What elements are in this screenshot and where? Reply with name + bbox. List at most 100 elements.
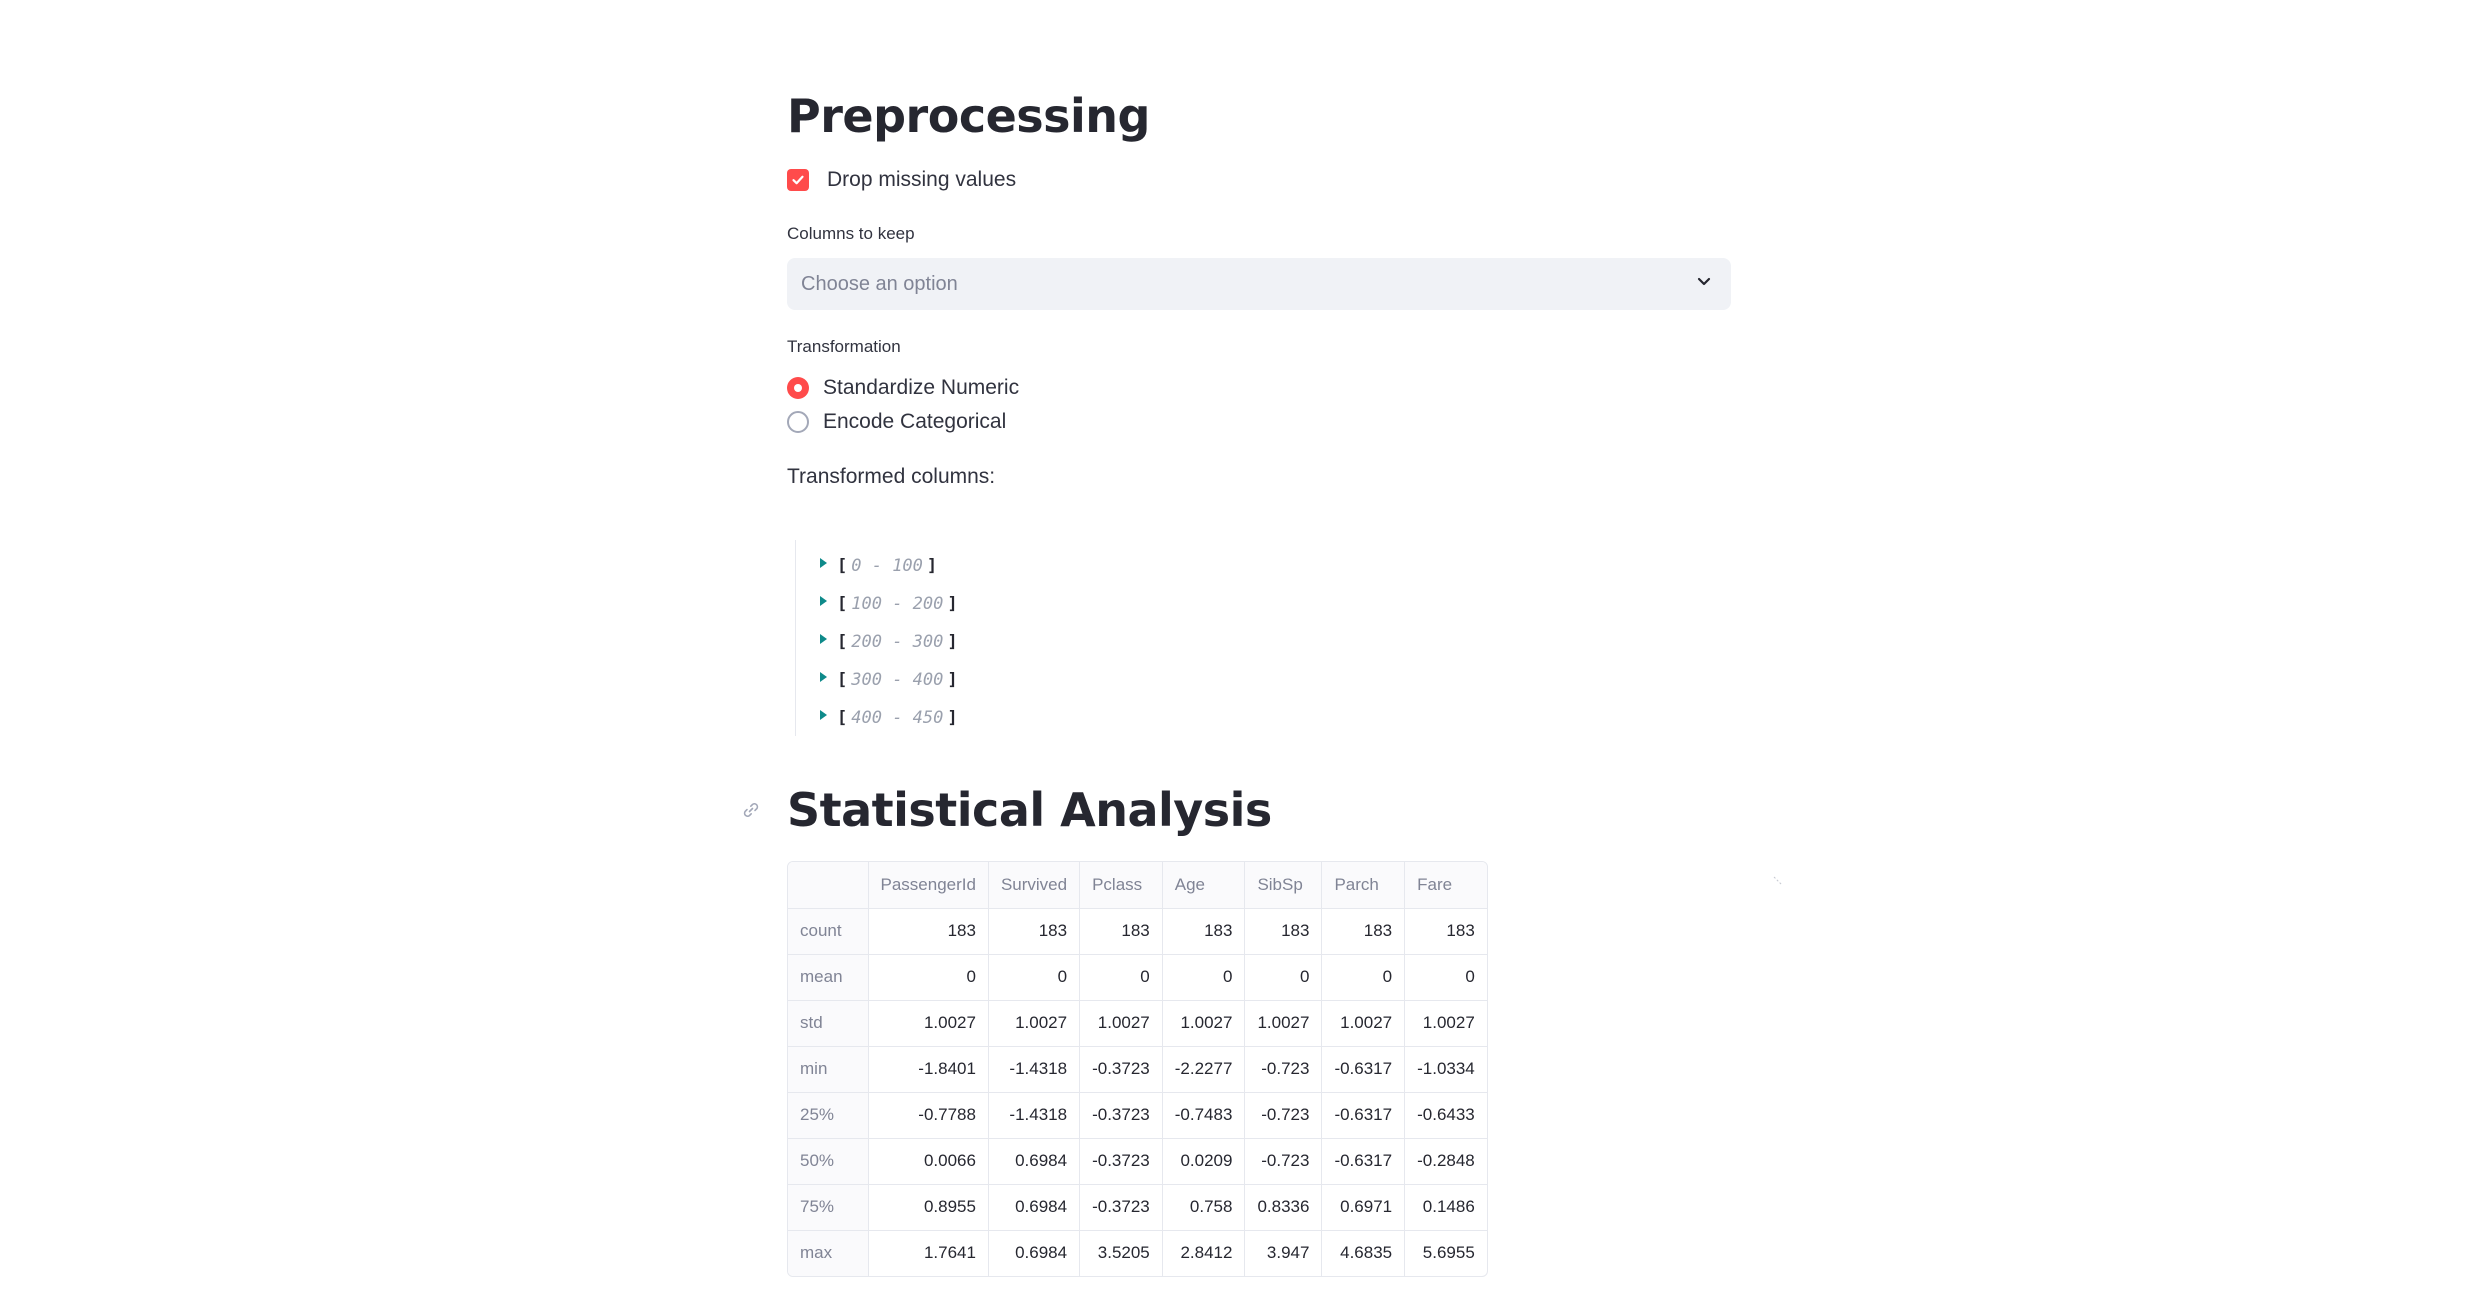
table-cell[interactable]: -0.2848 [1404, 1138, 1487, 1185]
link-icon[interactable] [741, 800, 761, 820]
expand-caret-icon[interactable] [820, 634, 827, 644]
column-header[interactable]: Survived [988, 862, 1081, 909]
table-cell[interactable]: 0 [988, 954, 1081, 1001]
radio-label: Encode Categorical [823, 410, 1007, 433]
column-header[interactable]: Fare [1404, 862, 1487, 909]
column-header[interactable]: Age [1162, 862, 1246, 909]
radio-label: Standardize Numeric [823, 376, 1020, 399]
table-cell[interactable]: -1.8401 [868, 1046, 989, 1093]
table-cell[interactable]: 0 [1321, 954, 1406, 1001]
table-cell[interactable]: -0.6317 [1321, 1092, 1406, 1139]
table-cell[interactable]: -0.723 [1244, 1092, 1323, 1139]
radio-unselected-icon[interactable] [787, 411, 809, 433]
table-cell[interactable]: 183 [1321, 908, 1406, 955]
table-cell[interactable]: 0 [1404, 954, 1487, 1001]
json-range-item[interactable]: [300 - 400] [820, 668, 958, 692]
table-cell[interactable]: 1.0027 [988, 1000, 1081, 1047]
column-header[interactable] [788, 862, 869, 909]
drop-missing-checkbox[interactable]: Drop missing values [787, 168, 1016, 192]
row-label[interactable]: 25% [788, 1092, 869, 1139]
table-cell[interactable]: 183 [1244, 908, 1323, 955]
table-row: min -1.8401 -1.4318 -0.3723 -2.2277 -0.7… [788, 1046, 1487, 1093]
column-header[interactable]: SibSp [1244, 862, 1323, 909]
columns-to-keep-select[interactable]: Choose an option [787, 258, 1731, 310]
row-label[interactable]: min [788, 1046, 869, 1093]
row-label[interactable]: mean [788, 954, 869, 1001]
row-label[interactable]: 50% [788, 1138, 869, 1185]
checkbox-checked-icon[interactable] [787, 169, 809, 191]
table-cell[interactable]: 0 [868, 954, 989, 1001]
table-cell[interactable]: 0.758 [1162, 1184, 1246, 1231]
table-cell[interactable]: -0.6317 [1321, 1138, 1406, 1185]
table-cell[interactable]: 183 [988, 908, 1081, 955]
table-cell[interactable]: 3.947 [1244, 1230, 1323, 1276]
chevron-down-icon[interactable] [1695, 272, 1713, 296]
table-cell[interactable]: 1.0027 [1244, 1000, 1323, 1047]
resize-handle-icon[interactable] [1773, 873, 1783, 886]
table-cell[interactable]: -0.723 [1244, 1138, 1323, 1185]
row-label[interactable]: std [788, 1000, 869, 1047]
table-cell[interactable]: 5.6955 [1405, 1230, 1487, 1276]
table-cell[interactable]: 0.8336 [1244, 1184, 1323, 1231]
table-cell[interactable]: 3.5205 [1079, 1230, 1163, 1276]
page-title: Preprocessing [787, 89, 1150, 143]
table-cell[interactable]: -0.3723 [1079, 1184, 1163, 1231]
radio-encode-categorical[interactable]: Encode Categorical [787, 410, 1006, 434]
table-cell[interactable]: -1.0334 [1404, 1046, 1487, 1093]
table-cell[interactable]: 2.8412 [1162, 1230, 1246, 1276]
table-cell[interactable]: 1.7641 [868, 1230, 989, 1276]
table-cell[interactable]: -1.4318 [988, 1092, 1081, 1139]
json-range-item[interactable]: [0 - 100] [820, 554, 937, 578]
column-header[interactable]: Parch [1321, 862, 1406, 909]
table-cell[interactable]: -0.3723 [1079, 1046, 1163, 1093]
table-cell[interactable]: 0.6984 [988, 1138, 1081, 1185]
table-cell[interactable]: -0.7483 [1162, 1092, 1246, 1139]
table-cell[interactable]: 0.6984 [988, 1230, 1081, 1276]
table-cell[interactable]: 183 [1162, 908, 1246, 955]
table-cell[interactable]: 0.6984 [988, 1184, 1081, 1231]
expand-caret-icon[interactable] [820, 710, 827, 720]
table-header-row: PassengerId Survived Pclass Age SibSp Pa… [788, 862, 1487, 909]
stats-dataframe[interactable]: PassengerId Survived Pclass Age SibSp Pa… [787, 861, 1488, 1277]
table-cell[interactable]: 1.0027 [1404, 1000, 1487, 1047]
table-cell[interactable]: 1.0027 [1079, 1000, 1163, 1047]
table-cell[interactable]: 183 [1079, 908, 1163, 955]
table-cell[interactable]: 183 [868, 908, 989, 955]
table-cell[interactable]: 0.8955 [868, 1184, 989, 1231]
table-cell[interactable]: 1.0027 [1162, 1000, 1246, 1047]
table-cell[interactable]: 0.0209 [1162, 1138, 1246, 1185]
table-row: 50% 0.0066 0.6984 -0.3723 0.0209 -0.723 … [788, 1138, 1487, 1185]
column-header[interactable]: Pclass [1079, 862, 1163, 909]
table-cell[interactable]: 0 [1162, 954, 1246, 1001]
row-label[interactable]: 75% [788, 1184, 869, 1231]
row-label[interactable]: max [788, 1230, 869, 1276]
expand-caret-icon[interactable] [820, 558, 827, 568]
radio-standardize-numeric[interactable]: Standardize Numeric [787, 376, 1019, 400]
json-range-item[interactable]: [200 - 300] [820, 630, 958, 654]
table-cell[interactable]: 183 [1404, 908, 1487, 955]
table-cell[interactable]: 0.6971 [1321, 1184, 1406, 1231]
table-cell[interactable]: 0 [1079, 954, 1163, 1001]
table-cell[interactable]: -0.6433 [1404, 1092, 1487, 1139]
table-cell[interactable]: 4.6835 [1321, 1230, 1406, 1276]
table-cell[interactable]: 0.1486 [1404, 1184, 1487, 1231]
table-cell[interactable]: -0.6317 [1321, 1046, 1406, 1093]
table-cell[interactable]: 0.0066 [868, 1138, 989, 1185]
column-header[interactable]: PassengerId [868, 862, 989, 909]
section-title: Statistical Analysis [787, 783, 1272, 837]
table-cell[interactable]: 1.0027 [868, 1000, 989, 1047]
json-range-item[interactable]: [400 - 450] [820, 706, 958, 730]
table-cell[interactable]: 0 [1244, 954, 1323, 1001]
radio-selected-icon[interactable] [787, 377, 809, 399]
table-cell[interactable]: -2.2277 [1162, 1046, 1246, 1093]
expand-caret-icon[interactable] [820, 672, 827, 682]
table-cell[interactable]: -0.3723 [1079, 1092, 1163, 1139]
table-cell[interactable]: -1.4318 [988, 1046, 1081, 1093]
json-range-item[interactable]: [100 - 200] [820, 592, 958, 616]
table-cell[interactable]: -0.3723 [1079, 1138, 1163, 1185]
expand-caret-icon[interactable] [820, 596, 827, 606]
row-label[interactable]: count [788, 908, 869, 955]
table-cell[interactable]: 1.0027 [1321, 1000, 1406, 1047]
table-cell[interactable]: -0.723 [1244, 1046, 1323, 1093]
table-cell[interactable]: -0.7788 [868, 1092, 989, 1139]
